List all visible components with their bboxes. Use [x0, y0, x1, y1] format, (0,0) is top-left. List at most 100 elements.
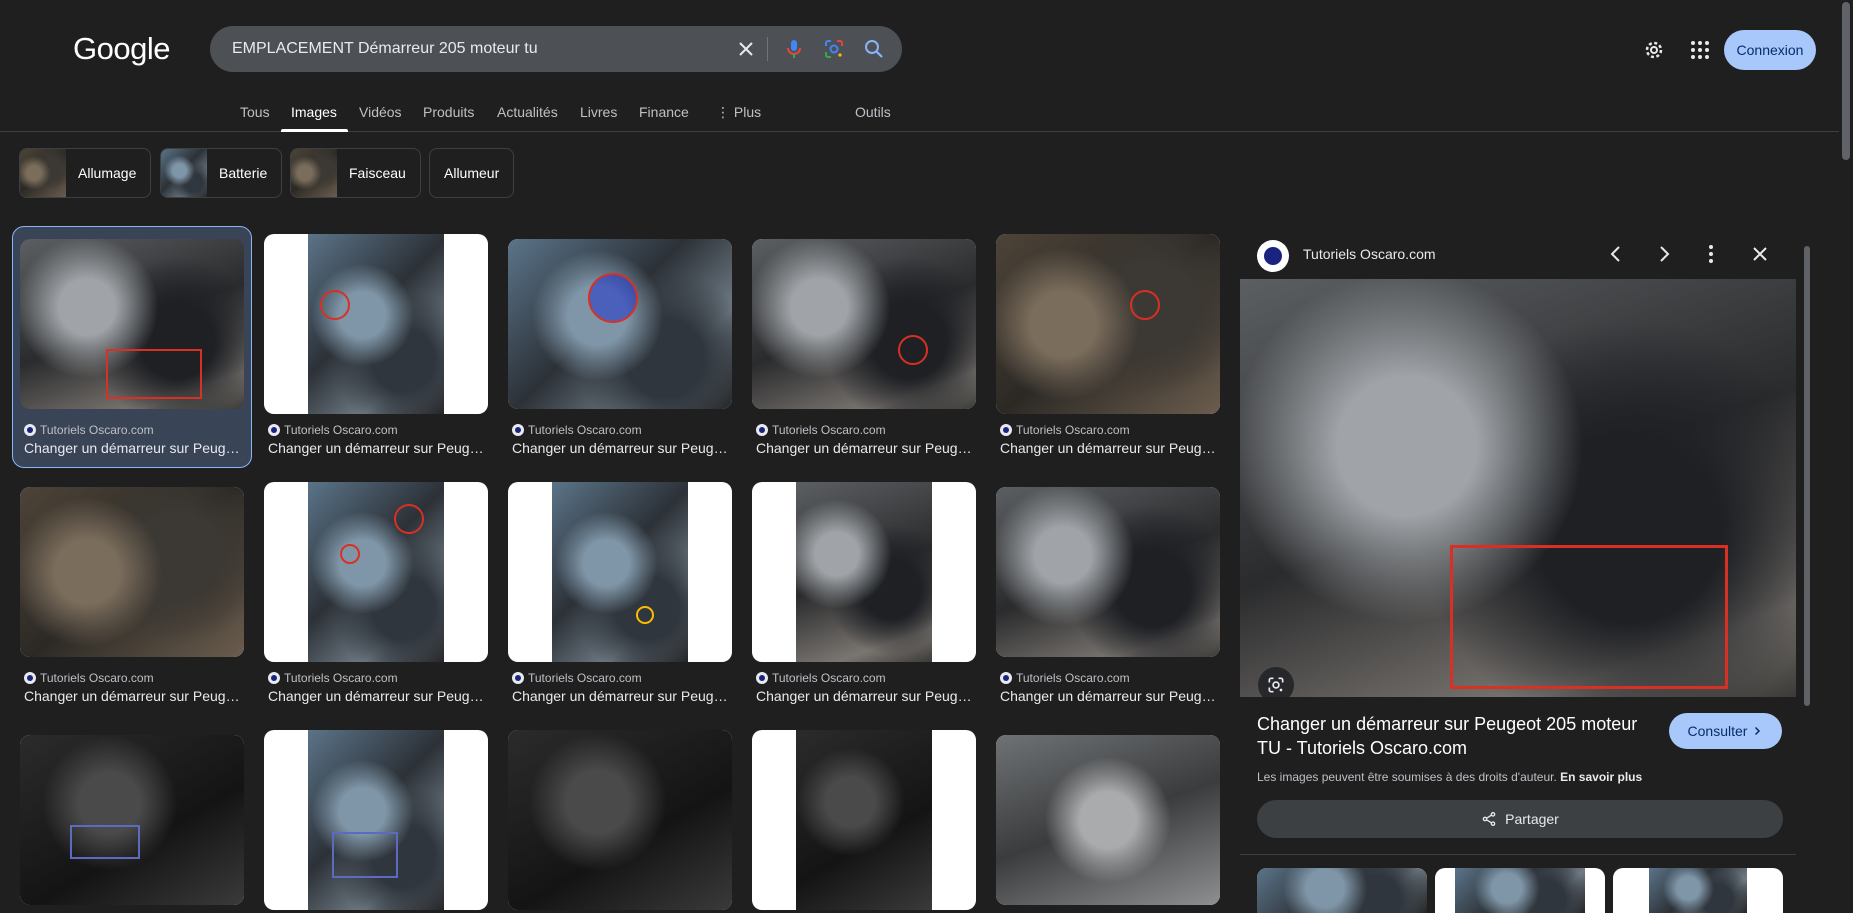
result-title[interactable]: Changer un démarreur sur Peugeot 205 mot…: [24, 688, 244, 704]
tab-news[interactable]: Actualités: [497, 104, 558, 120]
site-favicon-icon: [756, 672, 768, 684]
site-favicon-icon: [512, 424, 524, 436]
related-image[interactable]: [1257, 868, 1427, 913]
chip-label: Allumage: [78, 165, 137, 181]
result-title[interactable]: Changer un démarreur sur Peugeot 205 mot…: [756, 440, 976, 456]
result-title[interactable]: Changer un démarreur sur Peugeot 205 mot…: [268, 688, 488, 704]
chip-thumbnail: [291, 149, 337, 197]
site-favicon-icon: [268, 424, 280, 436]
image-result[interactable]: [20, 730, 244, 910]
active-tab-indicator: [281, 129, 348, 132]
result-thumbnail[interactable]: [996, 735, 1220, 905]
chip-allumeur[interactable]: Allumeur: [429, 148, 515, 198]
header: Google EMPLACEMENT Démarreur 205 moteur …: [0, 0, 1853, 132]
preview-title[interactable]: Changer un démarreur sur Peugeot 205 mot…: [1257, 712, 1657, 760]
related-image[interactable]: [1613, 868, 1783, 913]
image-result[interactable]: Tutoriels Oscaro.com Changer un démarreu…: [996, 482, 1220, 716]
chip-faisceau[interactable]: Faisceau: [290, 148, 421, 198]
microphone-icon[interactable]: [782, 37, 806, 61]
close-icon[interactable]: [1748, 242, 1772, 266]
result-source: Tutoriels Oscaro.com: [512, 671, 642, 685]
result-thumbnail[interactable]: [508, 482, 732, 662]
tab-images[interactable]: Images: [291, 104, 337, 120]
chip-allumage[interactable]: Allumage: [19, 148, 152, 198]
tab-products[interactable]: Produits: [423, 104, 474, 120]
panel-scrollbar-thumb[interactable]: [1804, 246, 1810, 706]
page-scrollbar[interactable]: [1839, 0, 1853, 913]
search-bar[interactable]: EMPLACEMENT Démarreur 205 moteur tu: [210, 26, 902, 72]
image-result[interactable]: Tutoriels Oscaro.com Changer un démarreu…: [508, 234, 732, 468]
image-result[interactable]: Tutoriels Oscaro.com Changer un démarreu…: [508, 482, 732, 716]
tab-books[interactable]: Livres: [580, 104, 617, 120]
share-icon: [1482, 812, 1496, 826]
image-result[interactable]: Tutoriels Oscaro.com Changer un démarreu…: [996, 234, 1220, 468]
result-thumbnail[interactable]: [996, 234, 1220, 414]
close-icon[interactable]: [734, 37, 758, 61]
tab-videos[interactable]: Vidéos: [359, 104, 402, 120]
preview-site-name[interactable]: Tutoriels Oscaro.com: [1303, 246, 1436, 262]
result-thumbnail[interactable]: [508, 730, 732, 910]
tab-all[interactable]: Tous: [240, 104, 270, 120]
visit-button[interactable]: Consulter: [1669, 713, 1782, 749]
result-source: Tutoriels Oscaro.com: [24, 423, 154, 437]
gear-icon[interactable]: [1642, 38, 1666, 62]
site-favicon-icon: [24, 672, 36, 684]
result-title[interactable]: Changer un démarreur sur Peugeot 205 mot…: [24, 440, 244, 456]
chip-label: Batterie: [219, 165, 268, 181]
result-source: Tutoriels Oscaro.com: [756, 671, 886, 685]
result-thumbnail[interactable]: [20, 239, 244, 409]
chevron-right-icon[interactable]: [1652, 242, 1676, 266]
result-thumbnail[interactable]: [752, 482, 976, 662]
image-result[interactable]: Tutoriels Oscaro.com Changer un démarreu…: [264, 234, 488, 468]
image-result[interactable]: [752, 730, 976, 910]
result-thumbnail[interactable]: [264, 234, 488, 414]
image-result[interactable]: [996, 730, 1220, 910]
page-scrollbar-thumb[interactable]: [1842, 2, 1850, 160]
image-result[interactable]: Tutoriels Oscaro.com Changer un démarreu…: [20, 482, 244, 716]
share-button[interactable]: Partager: [1257, 800, 1783, 838]
site-logo-icon[interactable]: [1257, 240, 1289, 272]
result-thumbnail[interactable]: [752, 239, 976, 409]
tools-button[interactable]: Outils: [855, 104, 891, 120]
result-thumbnail[interactable]: [264, 482, 488, 662]
chip-batterie[interactable]: Batterie: [160, 148, 283, 198]
result-thumbnail[interactable]: [20, 735, 244, 905]
image-result[interactable]: Tutoriels Oscaro.com Changer un démarreu…: [752, 234, 976, 468]
result-source: Tutoriels Oscaro.com: [24, 671, 154, 685]
result-title[interactable]: Changer un démarreur sur Peugeot 205 mot…: [1000, 440, 1220, 456]
image-result[interactable]: [508, 730, 732, 910]
result-title[interactable]: Changer un démarreur sur Peugeot 205 mot…: [512, 688, 732, 704]
search-input[interactable]: EMPLACEMENT Démarreur 205 moteur tu: [232, 40, 538, 58]
chevron-left-icon[interactable]: [1604, 242, 1628, 266]
image-result[interactable]: Tutoriels Oscaro.com Changer un démarreu…: [264, 482, 488, 716]
search-icon[interactable]: [862, 37, 886, 61]
apps-grid-icon[interactable]: [1688, 38, 1712, 62]
image-result[interactable]: Tutoriels Oscaro.com Changer un démarreu…: [752, 482, 976, 716]
learn-more-link[interactable]: En savoir plus: [1560, 770, 1642, 784]
result-title[interactable]: Changer un démarreur sur Peugeot 205 mot…: [756, 688, 976, 704]
result-thumbnail[interactable]: [264, 730, 488, 910]
tab-finance[interactable]: Finance: [639, 104, 689, 120]
result-thumbnail[interactable]: [752, 730, 976, 910]
result-thumbnail[interactable]: [508, 239, 732, 409]
result-title[interactable]: Changer un démarreur sur Peugeot 205 mot…: [268, 440, 488, 456]
site-favicon-icon: [512, 672, 524, 684]
related-image[interactable]: [1435, 868, 1605, 913]
result-title[interactable]: Changer un démarreur sur Peugeot 205 mot…: [512, 440, 732, 456]
sign-in-button[interactable]: Connexion: [1724, 30, 1816, 70]
google-logo[interactable]: Google: [73, 31, 170, 67]
image-result[interactable]: [264, 730, 488, 910]
panel-scrollbar[interactable]: [1800, 228, 1814, 913]
chevron-right-icon: [1755, 726, 1761, 736]
result-thumbnail[interactable]: [20, 487, 244, 657]
result-title[interactable]: Changer un démarreur sur Peugeot 205 mot…: [1000, 688, 1220, 704]
result-source: Tutoriels Oscaro.com: [1000, 423, 1130, 437]
image-result[interactable]: Tutoriels Oscaro.com Changer un démarreu…: [20, 234, 244, 468]
preview-image[interactable]: [1240, 279, 1796, 697]
result-thumbnail[interactable]: [996, 487, 1220, 657]
visit-button-label: Consulter: [1687, 723, 1748, 739]
more-vert-icon[interactable]: [1699, 242, 1723, 266]
google-lens-icon[interactable]: [822, 37, 846, 61]
tab-more[interactable]: ⋮ Plus: [716, 104, 761, 121]
lens-search-button[interactable]: [1258, 667, 1294, 697]
